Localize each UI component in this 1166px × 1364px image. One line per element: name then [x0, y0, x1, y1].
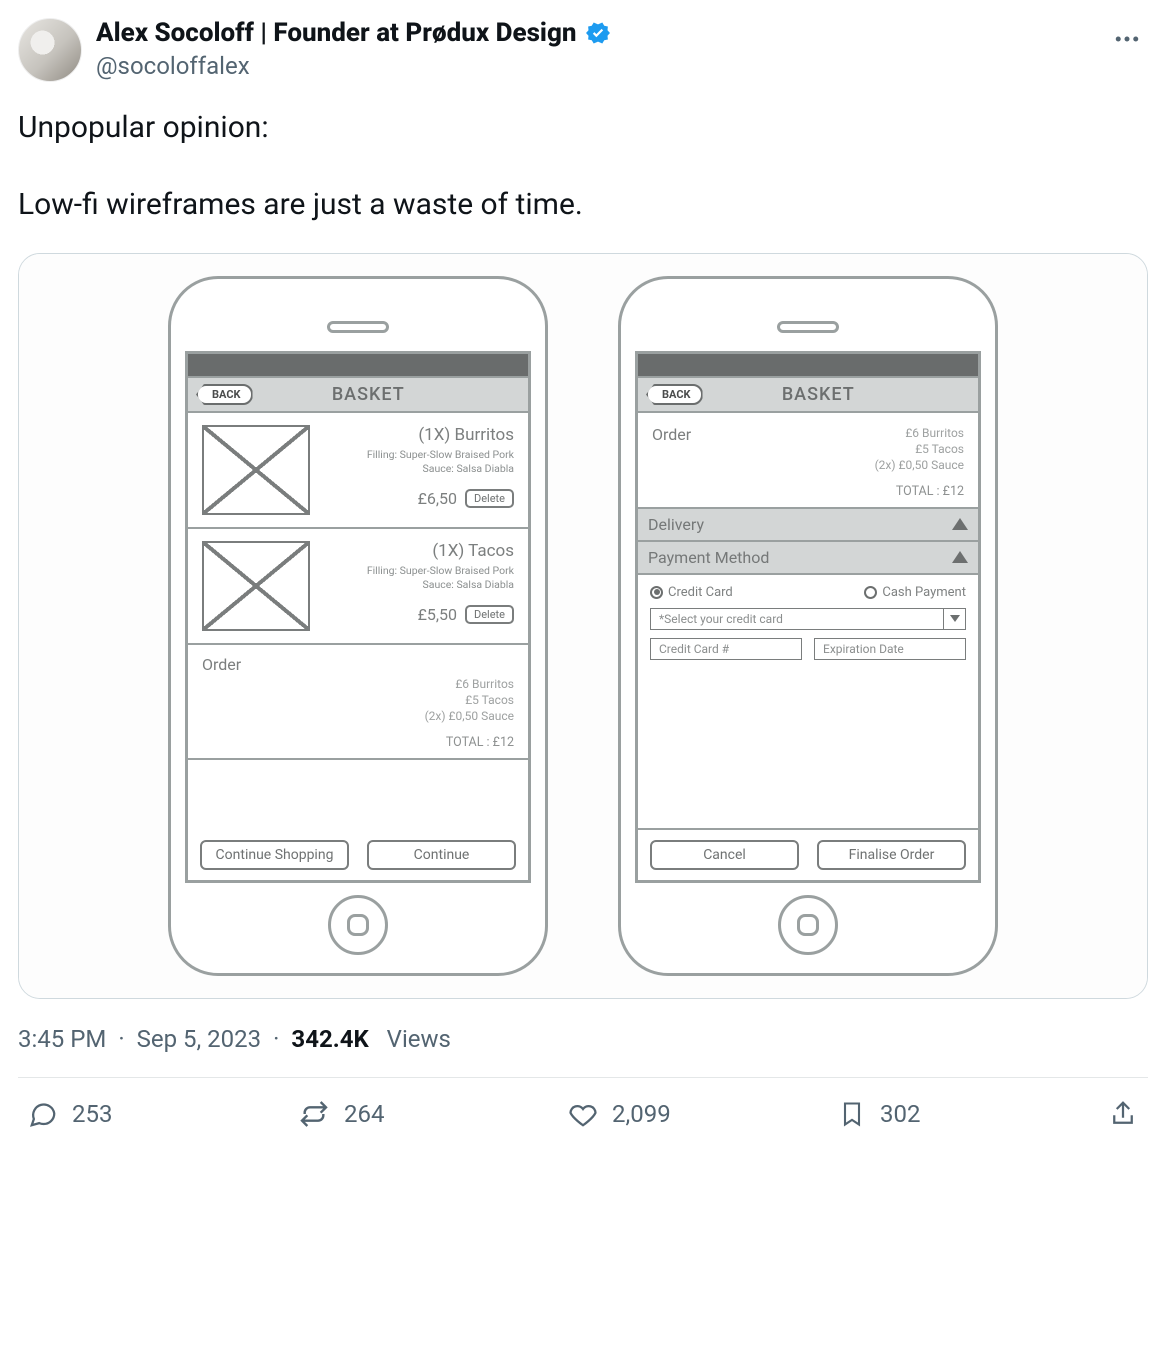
tweet-image[interactable]: BACK BASKET (1X) Burritos Filling: Super…	[18, 253, 1148, 999]
reply-button[interactable]: 253	[28, 1099, 298, 1129]
status-bar	[188, 354, 528, 378]
display-name[interactable]: Alex Socoloff | Founder at Prødux Design	[96, 18, 576, 48]
share-button[interactable]	[1108, 1099, 1138, 1129]
basket-item: (1X) Tacos Filling: Super-Slow Braised P…	[188, 529, 528, 645]
order-summary: Order £6 Burritos £5 Tacos (2x) £0,50 Sa…	[638, 413, 978, 507]
item-title: (1X) Burritos	[322, 425, 514, 445]
back-button[interactable]: BACK	[646, 384, 703, 405]
back-button[interactable]: BACK	[196, 384, 253, 405]
status-bar	[638, 354, 978, 378]
item-title: (1X) Tacos	[322, 541, 514, 561]
phone1-screen: BACK BASKET (1X) Burritos Filling: Super…	[185, 351, 531, 883]
item-price: £6,50	[418, 489, 457, 508]
nav-bar: BACK BASKET	[638, 378, 978, 413]
basket-item: (1X) Burritos Filling: Super-Slow Braise…	[188, 413, 528, 529]
radio-cash-payment[interactable]: Cash Payment	[864, 585, 966, 600]
action-bar: 253 264 2,099 302	[18, 1092, 1148, 1130]
delivery-section-header[interactable]: Delivery	[638, 507, 978, 542]
delete-button[interactable]: Delete	[465, 489, 514, 508]
image-placeholder-icon	[202, 541, 310, 631]
order-line: £5 Tacos	[875, 441, 964, 457]
item-price: £5,50	[418, 605, 457, 624]
bookmark-count: 302	[880, 1100, 920, 1128]
tweet: Alex Socoloff | Founder at Prødux Design…	[0, 0, 1166, 1160]
item-desc: Filling: Super-Slow Braised Pork Sauce: …	[322, 448, 514, 475]
order-title: Order	[202, 655, 514, 674]
payment-block: Credit Card Cash Payment *Select your cr…	[638, 575, 978, 666]
views-label: Views	[387, 1025, 451, 1053]
tweet-meta: 3:45 PM Sep 5, 2023 342.4K Views	[18, 1025, 1148, 1053]
collapse-icon	[952, 518, 968, 530]
radio-unselected-icon	[864, 586, 877, 599]
screen-title: BASKET	[217, 384, 520, 405]
order-line: £6 Burritos	[875, 425, 964, 441]
avatar[interactable]	[18, 18, 82, 82]
wireframe-phone-2: BACK BASKET Order £6 Burritos £5 Tacos (…	[618, 276, 998, 976]
radio-label: Credit Card	[668, 585, 733, 600]
verified-badge-icon	[584, 19, 612, 47]
nav-bar: BACK BASKET	[188, 378, 528, 413]
divider	[18, 1077, 1148, 1078]
image-placeholder-icon	[202, 425, 310, 515]
screen-title: BASKET	[667, 384, 970, 405]
continue-button[interactable]: Continue	[367, 840, 516, 870]
continue-shopping-button[interactable]: Continue Shopping	[200, 840, 349, 870]
order-line: £6 Burritos	[202, 676, 514, 692]
cancel-button[interactable]: Cancel	[650, 840, 799, 870]
home-button-icon	[778, 895, 838, 955]
home-button-icon	[328, 895, 388, 955]
tweet-text: Unpopular opinion: Low-fi wireframes are…	[18, 108, 1148, 225]
finalise-order-button[interactable]: Finalise Order	[817, 840, 966, 870]
retweet-count: 264	[344, 1100, 384, 1128]
section-title: Delivery	[648, 515, 704, 534]
order-title: Order	[652, 425, 691, 474]
like-button[interactable]: 2,099	[568, 1099, 838, 1129]
phone2-screen: BACK BASKET Order £6 Burritos £5 Tacos (…	[635, 351, 981, 883]
chevron-down-icon	[944, 608, 966, 630]
wireframe-diagram: BACK BASKET (1X) Burritos Filling: Super…	[19, 254, 1147, 998]
order-summary: Order £6 Burritos £5 Tacos (2x) £0,50 Sa…	[188, 645, 528, 760]
earpiece-icon	[327, 321, 389, 333]
section-title: Payment Method	[648, 548, 769, 567]
item-desc: Filling: Super-Slow Braised Pork Sauce: …	[322, 564, 514, 591]
tweet-line-2: Low-fi wireframes are just a waste of ti…	[18, 185, 1148, 226]
reply-count: 253	[72, 1100, 112, 1128]
radio-label: Cash Payment	[882, 585, 966, 600]
author-names: Alex Socoloff | Founder at Prødux Design…	[96, 18, 1092, 80]
radio-credit-card[interactable]: Credit Card	[650, 585, 733, 600]
handle[interactable]: @socoloffalex	[96, 52, 1092, 80]
payment-section-header[interactable]: Payment Method	[638, 542, 978, 575]
more-button[interactable]	[1106, 18, 1148, 60]
expiration-field[interactable]: Expiration Date	[814, 638, 966, 660]
bookmark-button[interactable]: 302	[838, 1100, 1108, 1128]
select-placeholder: *Select your credit card	[650, 608, 944, 630]
order-total: TOTAL : £12	[202, 735, 514, 750]
order-total: TOTAL : £12	[652, 484, 964, 499]
radio-selected-icon	[650, 586, 663, 599]
collapse-icon	[952, 551, 968, 563]
tweet-header: Alex Socoloff | Founder at Prødux Design…	[18, 18, 1148, 82]
earpiece-icon	[777, 321, 839, 333]
order-line: (2x) £0,50 Sauce	[875, 457, 964, 473]
credit-card-field[interactable]: Credit Card #	[650, 638, 802, 660]
tweet-line-1: Unpopular opinion:	[18, 108, 1148, 149]
delete-button[interactable]: Delete	[465, 605, 514, 624]
tweet-date[interactable]: Sep 5, 2023	[137, 1025, 262, 1053]
wireframe-phone-1: BACK BASKET (1X) Burritos Filling: Super…	[168, 276, 548, 976]
like-count: 2,099	[612, 1100, 671, 1128]
views-count[interactable]: 342.4K	[291, 1025, 368, 1053]
order-line: (2x) £0,50 Sauce	[202, 708, 514, 724]
tweet-time[interactable]: 3:45 PM	[18, 1025, 106, 1053]
order-line: £5 Tacos	[202, 692, 514, 708]
retweet-button[interactable]: 264	[298, 1098, 568, 1130]
card-select[interactable]: *Select your credit card	[650, 608, 966, 630]
